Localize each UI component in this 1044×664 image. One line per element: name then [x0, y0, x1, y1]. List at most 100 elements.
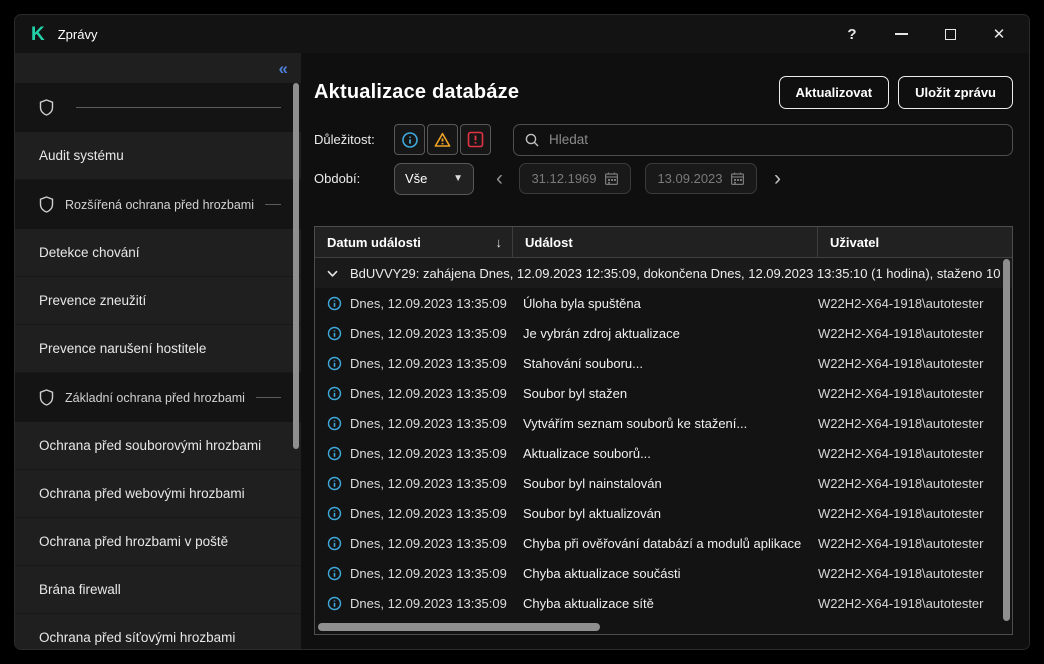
event-date: Dnes, 12.09.2023 13:35:09 [350, 386, 507, 401]
task-group-row[interactable]: BdUVVY29: zahájena Dnes, 12.09.2023 12:3… [315, 258, 1012, 288]
event-date: Dnes, 12.09.2023 13:35:09 [350, 416, 507, 431]
table-row[interactable]: Dnes, 12.09.2023 13:35:09 Soubor byl sta… [315, 378, 1012, 408]
event-date-cell: Dnes, 12.09.2023 13:35:09 [315, 476, 513, 491]
column-header-event-label: Událost [525, 235, 573, 250]
info-icon [401, 131, 419, 149]
date-from-field[interactable]: 31.12.1969 [519, 163, 631, 194]
event-date: Dnes, 12.09.2023 13:35:09 [350, 476, 507, 491]
info-icon [327, 416, 342, 431]
event-date: Dnes, 12.09.2023 13:35:09 [350, 356, 507, 371]
shield-icon [39, 389, 54, 406]
maximize-button[interactable] [942, 26, 958, 42]
critical-filter-button[interactable] [460, 124, 491, 155]
section-divider-line [256, 397, 281, 398]
event-date-cell: Dnes, 12.09.2023 13:35:09 [315, 416, 513, 431]
table-horizontal-scrollbar[interactable] [318, 623, 600, 631]
chevron-expanded-icon [327, 270, 338, 277]
event-text: Stahování souboru... [513, 356, 818, 371]
sidebar-item[interactable]: Audit systému [15, 132, 301, 180]
section-divider-line [265, 204, 281, 205]
table-row[interactable]: Dnes, 12.09.2023 13:35:09 Úloha byla spu… [315, 288, 1012, 318]
sidebar-item[interactable]: Ochrana před hrozbami v poště [15, 518, 301, 566]
sidebar-section-label: Rozšířená ochrana před hrozbami [65, 198, 254, 212]
info-icon [327, 476, 342, 491]
column-header-date[interactable]: Datum události ↓ [315, 227, 513, 257]
update-button[interactable]: Aktualizovat [779, 76, 890, 109]
sidebar-row: Základní ochrana před hrozbami [15, 373, 301, 422]
sidebar-row: Ochrana před hrozbami v poště [15, 518, 301, 566]
period-select[interactable]: Vše ▼ [394, 163, 474, 195]
event-text: Aktualizace souborů... [513, 446, 818, 461]
period-filter-row: Období: Vše ▼ ‹ 31.12.1969 [314, 162, 1013, 195]
column-header-date-label: Datum události [327, 235, 421, 250]
event-user: W22H2-X64-1918\autotester [818, 446, 1012, 461]
next-period-button[interactable]: › [772, 168, 783, 189]
table-row[interactable]: Dnes, 12.09.2023 13:35:09 Soubor byl akt… [315, 498, 1012, 528]
sidebar-item[interactable]: Ochrana před souborovými hrozbami [15, 422, 301, 470]
event-user: W22H2-X64-1918\autotester [818, 356, 1012, 371]
previous-period-button[interactable]: ‹ [494, 168, 505, 189]
event-text: Soubor byl nainstalován [513, 476, 818, 491]
sidebar-item[interactable]: Ochrana před síťovými hrozbami [15, 614, 301, 649]
table-row[interactable]: Dnes, 12.09.2023 13:35:09 Chyba aktualiz… [315, 558, 1012, 588]
event-user: W22H2-X64-1918\autotester [818, 476, 1012, 491]
info-icon [327, 446, 342, 461]
sidebar-collapse-button[interactable]: « [279, 60, 287, 77]
main-panel: Aktualizace databáze Aktualizovat Uložit… [301, 53, 1029, 649]
events-table: Datum události ↓ Událost Uživatel [314, 226, 1013, 635]
task-group-summary: BdUVVY29: zahájena Dnes, 12.09.2023 12:3… [350, 266, 1001, 281]
table-row[interactable]: Dnes, 12.09.2023 13:35:09 Vytvářím sezna… [315, 408, 1012, 438]
table-row[interactable]: Dnes, 12.09.2023 13:35:09 Chyba při ověř… [315, 528, 1012, 558]
table-row[interactable]: Dnes, 12.09.2023 13:35:09 Je vybrán zdro… [315, 318, 1012, 348]
warning-filter-button[interactable] [427, 124, 458, 155]
table-row[interactable]: Dnes, 12.09.2023 13:35:09 Stahování soub… [315, 348, 1012, 378]
importance-label: Důležitost: [314, 132, 394, 147]
sidebar-item[interactable]: Detekce chování [15, 229, 301, 277]
sidebar-item[interactable]: Prevence narušení hostitele [15, 325, 301, 373]
event-text: Chyba aktualizace součásti [513, 566, 818, 581]
column-header-event[interactable]: Událost [513, 227, 818, 257]
search-box[interactable] [513, 124, 1013, 156]
event-text: Soubor byl aktualizován [513, 506, 818, 521]
kaspersky-logo-icon: K [31, 25, 44, 44]
save-report-button[interactable]: Uložit zprávu [898, 76, 1013, 109]
search-input[interactable] [549, 132, 1002, 147]
column-header-user[interactable]: Uživatel [818, 227, 1012, 257]
table-row[interactable]: Dnes, 12.09.2023 13:35:09 Soubor byl nai… [315, 468, 1012, 498]
search-icon [524, 132, 540, 148]
table-row[interactable]: Dnes, 12.09.2023 13:35:09 Aktualizace so… [315, 438, 1012, 468]
shield-icon [39, 196, 54, 213]
info-icon [327, 356, 342, 371]
sidebar-row: Audit systému [15, 132, 301, 180]
sidebar-section-header: Základní ochrana před hrozbami [15, 373, 301, 422]
info-filter-button[interactable] [394, 124, 425, 155]
window-controls: ? ✕ [844, 26, 1007, 42]
sidebar-collapse-row: « [15, 53, 301, 83]
sidebar-scrollbar[interactable] [293, 83, 299, 449]
sidebar-item[interactable]: Prevence zneužití [15, 277, 301, 325]
maximize-icon [945, 29, 956, 40]
help-button[interactable]: ? [844, 26, 860, 42]
table-vertical-scrollbar[interactable] [1003, 259, 1010, 621]
event-text: Chyba aktualizace sítě [513, 596, 818, 611]
event-date-cell: Dnes, 12.09.2023 13:35:09 [315, 536, 513, 551]
sidebar-item[interactable]: Brána firewall [15, 566, 301, 614]
table-row[interactable]: Dnes, 12.09.2023 13:35:09 Chyba aktualiz… [315, 588, 1012, 618]
minimize-button[interactable] [893, 26, 909, 42]
sidebar-item-label: Audit systému [39, 148, 124, 163]
event-date: Dnes, 12.09.2023 13:35:09 [350, 506, 507, 521]
close-button[interactable]: ✕ [991, 26, 1007, 42]
event-user: W22H2-X64-1918\autotester [818, 416, 1012, 431]
titlebar: K Zprávy ? ✕ [15, 15, 1029, 53]
event-date-cell: Dnes, 12.09.2023 13:35:09 [315, 356, 513, 371]
date-to-field[interactable]: 13.09.2023 [645, 163, 757, 194]
event-user: W22H2-X64-1918\autotester [818, 596, 1012, 611]
event-date: Dnes, 12.09.2023 13:35:09 [350, 566, 507, 581]
sidebar-row: Prevence narušení hostitele [15, 325, 301, 373]
shield-icon [39, 99, 54, 116]
column-header-user-label: Uživatel [830, 235, 879, 250]
sort-descending-icon: ↓ [496, 235, 503, 250]
event-user: W22H2-X64-1918\autotester [818, 296, 1012, 311]
sidebar-item[interactable]: Ochrana před webovými hrozbami [15, 470, 301, 518]
sidebar-section-header: Rozšířená ochrana před hrozbami [15, 180, 301, 229]
